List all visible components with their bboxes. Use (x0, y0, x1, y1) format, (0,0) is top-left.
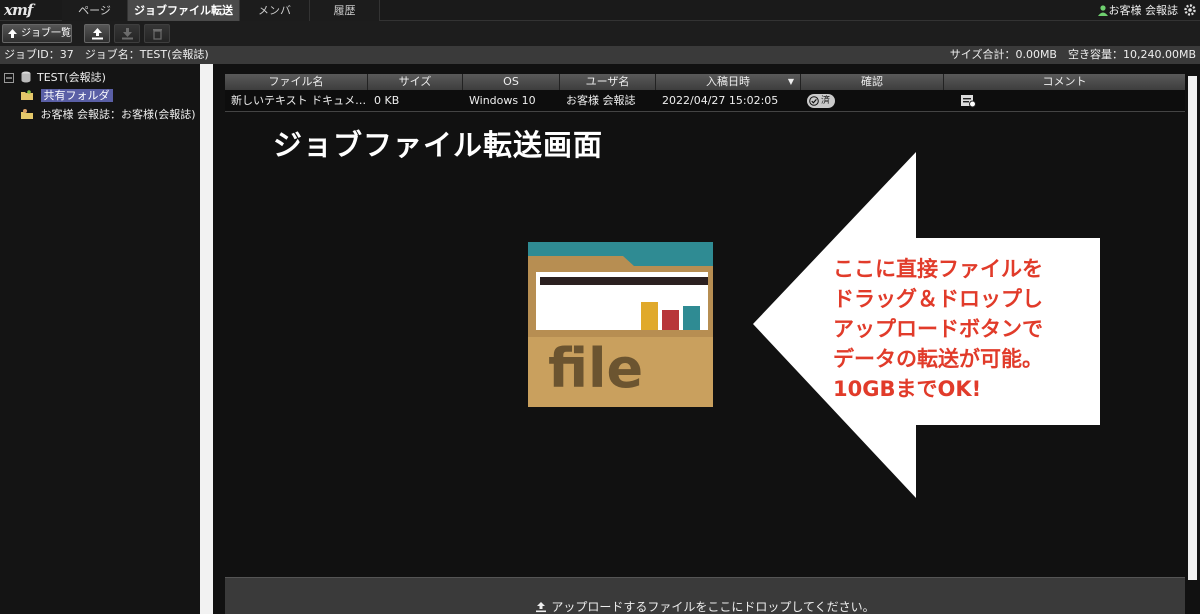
shared-folder-icon (21, 90, 33, 100)
callout-line: ここに直接ファイルを (833, 257, 1043, 281)
tree-customer-label: お客様 会報誌：お客様(会報誌) (40, 108, 196, 121)
column-header-date[interactable]: 入稿日時 ▼ (656, 74, 801, 90)
tree-item-shared-folder[interactable]: 共有フォルダ (20, 88, 113, 104)
column-header-os[interactable]: OS (463, 74, 560, 90)
confirmed-badge[interactable]: 済 (807, 94, 836, 108)
cell-confirm: 済 (801, 90, 944, 111)
tab-job-file-transfer[interactable]: ジョブファイル転送 (128, 0, 240, 21)
cell-comment (944, 90, 1185, 111)
dropzone-label: アップロードするファイルをここにドロップしてください。 (551, 600, 875, 614)
tab-history[interactable]: 履歴 (310, 0, 380, 21)
user-folder-icon (21, 109, 33, 119)
callout-line: アップロードボタンで (833, 317, 1043, 341)
cell-filename: 新しいテキスト ドキュメ… (231, 94, 367, 107)
pane-splitter[interactable] (200, 64, 213, 614)
storage-info: サイズ合計：0.00MB 空き容量：10,240.00MB (949, 48, 1196, 61)
upload-dropzone[interactable]: アップロードするファイルをここにドロップしてください。 (225, 577, 1185, 614)
download-button[interactable] (114, 24, 140, 43)
column-header-confirm[interactable]: 確認 (801, 74, 944, 90)
tree-item-root[interactable]: TEST(会報誌) (4, 70, 106, 86)
gear-icon[interactable] (1183, 3, 1197, 17)
annotation-heading: ジョブファイル転送画面 (273, 128, 604, 162)
job-info: ジョブID：37 ジョブ名：TEST(会報誌) (4, 48, 209, 61)
tree-root-label: TEST(会報誌) (37, 71, 106, 84)
column-header-filename[interactable]: ファイル名 (225, 74, 368, 90)
callout-line: 10GBまでOK! (833, 377, 982, 401)
cell-size: 0 KB (374, 94, 400, 107)
upload-icon (536, 602, 547, 613)
user-icon (1098, 5, 1108, 16)
callout-line: データの転送が可能。 (833, 347, 1043, 371)
collapse-icon[interactable] (4, 73, 14, 83)
confirmed-label: 済 (821, 96, 831, 106)
upload-icon (92, 28, 103, 40)
download-icon (122, 28, 133, 40)
table-row[interactable]: 新しいテキスト ドキュメ… 0 KB Windows 10 お客様 会報誌 20… (225, 90, 1185, 112)
database-icon (21, 71, 30, 83)
file-folder-illustration: file (528, 242, 713, 407)
job-info-bar: ジョブID：37 ジョブ名：TEST(会報誌) サイズ合計：0.00MB 空き容… (0, 46, 1200, 64)
column-header-user[interactable]: ユーザ名 (560, 74, 656, 90)
trash-icon (153, 29, 162, 40)
toolbar: ジョブ一覧 (0, 21, 1200, 46)
sort-desc-icon: ▼ (787, 77, 794, 86)
check-icon (809, 96, 819, 106)
cell-date: 2022/04/27 15:02:05 (662, 94, 779, 107)
job-list-label: ジョブ一覧 (21, 28, 71, 39)
comment-icon[interactable] (960, 94, 976, 108)
folder-label: file (548, 337, 643, 400)
column-header-size[interactable]: サイズ (368, 74, 463, 90)
cell-os: Windows 10 (469, 94, 536, 107)
grid-header: ファイル名 サイズ OS ユーザ名 入稿日時 ▼ 確認 コメント (225, 74, 1185, 90)
tree-shared-label: 共有フォルダ (40, 89, 113, 102)
top-nav: xmf ページ ジョブファイル転送 メンバ 履歴 お客様 会報誌 (0, 0, 1200, 21)
cell-user: お客様 会報誌 (566, 94, 636, 107)
vertical-scrollbar[interactable] (1188, 76, 1197, 580)
arrow-up-icon (8, 29, 17, 38)
file-grid: ファイル名 サイズ OS ユーザ名 入稿日時 ▼ 確認 コメント 新しいテキスト… (225, 74, 1185, 112)
folder-tree: TEST(会報誌) 共有フォルダ お客様 会報誌：お客様(会報誌) (0, 64, 200, 614)
user-name[interactable]: お客様 会報誌 (1109, 0, 1179, 21)
xmf-logo[interactable]: xmf (4, 1, 33, 19)
tree-item-customer[interactable]: お客様 会報誌：お客様(会報誌) (20, 107, 196, 123)
column-header-comment[interactable]: コメント (944, 74, 1185, 90)
dropzone-message: アップロードするファイルをここにドロップしてください。 (225, 598, 1185, 614)
delete-button[interactable] (144, 24, 170, 43)
callout-line: ドラッグ＆ドロップし (833, 287, 1043, 311)
date-header-label: 入稿日時 (706, 75, 750, 88)
tab-page[interactable]: ページ (62, 0, 128, 21)
tab-members[interactable]: メンバ (240, 0, 310, 21)
upload-button[interactable] (84, 24, 110, 43)
callout-text: ここに直接ファイルを ドラッグ＆ドロップし アップロードボタンで データの転送が… (833, 254, 1103, 404)
job-list-button[interactable]: ジョブ一覧 (2, 24, 72, 43)
file-list-pane: ファイル名 サイズ OS ユーザ名 入稿日時 ▼ 確認 コメント 新しいテキスト… (213, 64, 1200, 614)
